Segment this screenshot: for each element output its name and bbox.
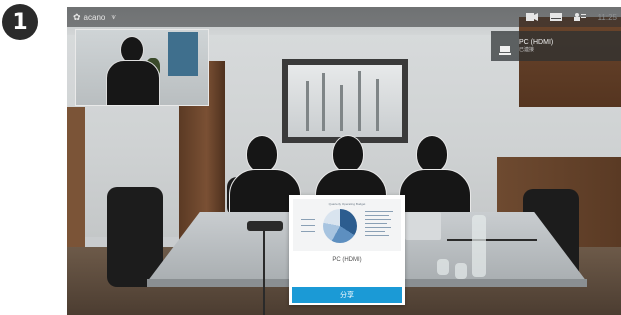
wall-picture xyxy=(288,65,402,137)
wood-shelf xyxy=(67,107,85,247)
video-screen: ✿ acano ⩛ 11:25 PC (HDMI) 已連接 Quarterly … xyxy=(67,7,621,315)
participants-icon[interactable] xyxy=(573,13,586,21)
status-icons: 11:25 xyxy=(525,7,617,27)
cable xyxy=(263,231,265,315)
preview-text-line xyxy=(365,215,389,216)
preview-legend-line xyxy=(301,225,315,226)
preview-text-line xyxy=(365,223,387,224)
clock: 11:25 xyxy=(597,12,617,22)
share-button[interactable]: 分享 xyxy=(292,287,402,303)
step-number: 1 xyxy=(12,9,28,35)
tree-shape xyxy=(322,73,325,131)
camera-icon[interactable] xyxy=(525,13,538,21)
step-number-badge: 1 xyxy=(2,4,38,40)
source-text: PC (HDMI) 已連接 xyxy=(519,39,553,54)
source-status: 已連接 xyxy=(519,46,535,53)
tree-shape xyxy=(340,85,343,131)
cable xyxy=(447,239,537,241)
monitor-icon xyxy=(499,42,511,55)
person-head xyxy=(332,135,364,173)
top-status-bar: ✿ acano ⩛ 11:25 xyxy=(67,7,621,27)
preview-title: Quarterly Operating Budget xyxy=(328,202,366,206)
preview-text-line xyxy=(365,235,389,236)
person-head xyxy=(246,135,278,173)
gear-icon[interactable]: ✿ xyxy=(73,12,81,23)
keyboard-icon[interactable] xyxy=(549,13,562,21)
preview-legend-line xyxy=(301,231,315,232)
self-view[interactable] xyxy=(75,29,209,106)
preview-legend-line xyxy=(301,219,315,220)
tree-shape xyxy=(306,81,309,131)
water-bottle xyxy=(472,215,486,277)
preview-text-line xyxy=(365,227,391,228)
water-glass xyxy=(455,263,467,279)
share-card: Quarterly Operating Budget PC (HDMI) 分享 xyxy=(289,195,405,305)
preview-text-line xyxy=(365,219,391,220)
laptop xyxy=(405,212,441,240)
tree-shape xyxy=(358,71,361,131)
preview-text-line xyxy=(365,211,393,212)
source-name: PC (HDMI) xyxy=(519,38,554,46)
brand-area: ✿ acano ⩛ xyxy=(73,12,116,23)
person-body xyxy=(106,60,160,105)
preview-text-line xyxy=(365,231,385,232)
conference-phone xyxy=(247,221,283,231)
wall-panel xyxy=(168,32,198,76)
brand-name: acano xyxy=(83,12,106,22)
preview-pie-chart xyxy=(323,209,357,243)
screen-preview: Quarterly Operating Budget xyxy=(293,199,401,251)
signal-icon: ⩛ xyxy=(111,12,116,21)
water-glass xyxy=(437,259,449,275)
tree-shape xyxy=(376,79,379,131)
person-head xyxy=(416,135,448,173)
source-indicator[interactable]: PC (HDMI) 已連接 xyxy=(491,31,621,61)
share-source-label: PC (HDMI) xyxy=(332,257,362,263)
